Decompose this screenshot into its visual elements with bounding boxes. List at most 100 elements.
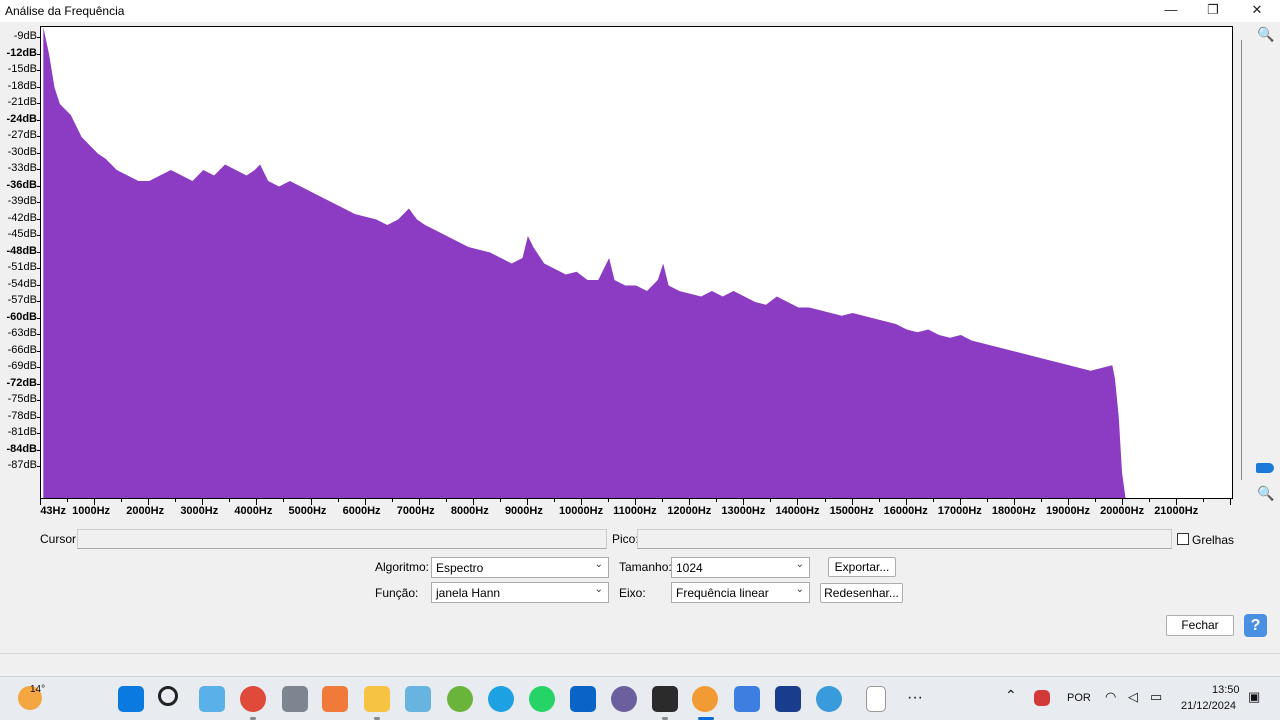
chevron-down-icon: ⌄: [594, 584, 603, 595]
function-select[interactable]: janela Hann ⌄: [431, 582, 609, 603]
x-tick-label: 21000Hz: [1154, 505, 1199, 517]
x-tick: [608, 499, 610, 502]
y-tick-label: -33dB: [7, 162, 37, 174]
redraw-button[interactable]: Redesenhar...: [820, 583, 903, 603]
more-icon[interactable]: ···: [907, 689, 923, 707]
search-icon[interactable]: [158, 686, 178, 706]
y-tick-label: -75dB: [7, 393, 37, 405]
airplane-app-icon[interactable]: [734, 686, 760, 712]
x-tick: [824, 499, 826, 502]
y-tick-label: -66dB: [7, 343, 37, 356]
y-tick-label: -15dB: [7, 63, 37, 75]
x-tick-label: 14000Hz: [775, 505, 820, 517]
x-tick: [391, 499, 393, 502]
restore-icon[interactable]: ❐: [1190, 0, 1236, 22]
x-tick: [878, 499, 880, 502]
y-tick-label: -42dB: [7, 211, 37, 224]
y-tick-label: -48dB: [6, 244, 37, 257]
algorithm-select[interactable]: Espectro ⌄: [431, 557, 609, 578]
document-icon[interactable]: [866, 686, 886, 712]
minimize-icon[interactable]: —: [1148, 0, 1194, 22]
x-tick-label: 1000Hz: [72, 505, 111, 517]
function-label: Função:: [375, 586, 419, 600]
x-tick: [283, 499, 285, 502]
x-tick-label: 2000Hz: [126, 505, 165, 517]
spectrum-chart: [43, 27, 1126, 498]
x-tick-label: 43Hz: [40, 505, 66, 517]
photos-icon[interactable]: [405, 686, 431, 712]
clock-date[interactable]: 21/12/2024: [1181, 700, 1236, 712]
clock-time[interactable]: 13:50: [1212, 684, 1240, 696]
x-tick: [67, 499, 69, 502]
zoom-slider-thumb[interactable]: [1256, 463, 1274, 473]
x-tick: [553, 499, 555, 502]
x-tick: [1149, 499, 1151, 502]
y-tick-label: -30dB: [7, 145, 37, 158]
tray-app-icon[interactable]: [1034, 690, 1050, 706]
browser-icon[interactable]: [816, 686, 842, 712]
x-tick-label: 9000Hz: [504, 505, 543, 517]
audacity-icon[interactable]: [692, 686, 718, 712]
zoom-in-icon[interactable]: 🔍: [1257, 26, 1274, 42]
utorrent-icon[interactable]: [447, 686, 473, 712]
widgets-icon[interactable]: [199, 686, 225, 712]
cursor-field[interactable]: [77, 529, 607, 549]
start-icon[interactable]: [118, 686, 144, 712]
y-tick-label: -12dB: [6, 46, 37, 59]
help-app-icon[interactable]: [488, 686, 514, 712]
help-button[interactable]: ?: [1244, 614, 1267, 637]
x-tick-label: 15000Hz: [829, 505, 874, 517]
volume-icon[interactable]: ◁: [1128, 689, 1138, 705]
size-value: 1024: [676, 561, 703, 575]
y-tick-label: -54dB: [7, 277, 37, 290]
peak-field[interactable]: [637, 529, 1172, 549]
algorithm-label: Algoritmo:: [375, 560, 430, 574]
file-explorer-icon[interactable]: [364, 686, 390, 712]
chevron-down-icon: ⌄: [594, 559, 603, 570]
zoom-out-icon[interactable]: 🔍: [1257, 485, 1274, 501]
y-tick-label: -51dB: [7, 261, 37, 273]
media-player-icon[interactable]: [322, 686, 348, 712]
y-tick-label: -72dB: [6, 376, 37, 389]
size-select[interactable]: 1024 ⌄: [671, 557, 810, 578]
function-value: janela Hann: [436, 586, 501, 600]
export-button[interactable]: Exportar...: [828, 557, 896, 577]
y-tick-label: -24dB: [6, 112, 37, 125]
grid-checkbox[interactable]: [1177, 533, 1189, 545]
battery-icon[interactable]: ▭: [1150, 689, 1162, 705]
x-tick: [1203, 499, 1205, 502]
axis-value: Frequência linear: [676, 586, 769, 600]
x-tick: [1095, 499, 1097, 502]
y-tick-label: -21dB: [7, 96, 37, 108]
notification-icon[interactable]: ▣: [1248, 689, 1260, 705]
chrome-icon[interactable]: [240, 686, 266, 712]
x-tick-label: 7000Hz: [396, 505, 435, 517]
close-icon[interactable]: ✕: [1234, 0, 1280, 22]
y-tick-label: -45dB: [7, 228, 37, 240]
y-tick-label: -78dB: [7, 409, 37, 422]
x-tick-label: 20000Hz: [1100, 505, 1145, 517]
x-tick: [662, 499, 664, 502]
axis-label: Eixo:: [619, 586, 646, 600]
audio-app-icon[interactable]: [611, 686, 637, 712]
editor-app-icon[interactable]: [652, 686, 678, 712]
spectrum-area: [43, 27, 1126, 498]
x-tick-label: 6000Hz: [342, 505, 381, 517]
close-button[interactable]: Fechar: [1166, 615, 1234, 636]
calculator-icon[interactable]: [282, 686, 308, 712]
whatsapp-icon[interactable]: [529, 686, 555, 712]
zoom-track: [1241, 40, 1242, 480]
outlook-icon[interactable]: [570, 686, 596, 712]
axis-select[interactable]: Frequência linear ⌄: [671, 582, 810, 603]
wifi-icon[interactable]: ◠: [1105, 689, 1116, 705]
spectrum-plot[interactable]: [40, 26, 1233, 499]
y-tick-label: -69dB: [7, 360, 37, 372]
chevron-up-icon[interactable]: ⌃: [1005, 687, 1017, 704]
grid-label: Grelhas: [1192, 533, 1235, 547]
y-tick-label: -27dB: [7, 129, 37, 141]
language-indicator[interactable]: POR: [1067, 692, 1091, 704]
window-title: Análise da Frequência: [5, 4, 125, 18]
x-tick: [716, 499, 718, 502]
y-tick-label: -36dB: [6, 178, 37, 191]
arc-app-icon[interactable]: [775, 686, 801, 712]
